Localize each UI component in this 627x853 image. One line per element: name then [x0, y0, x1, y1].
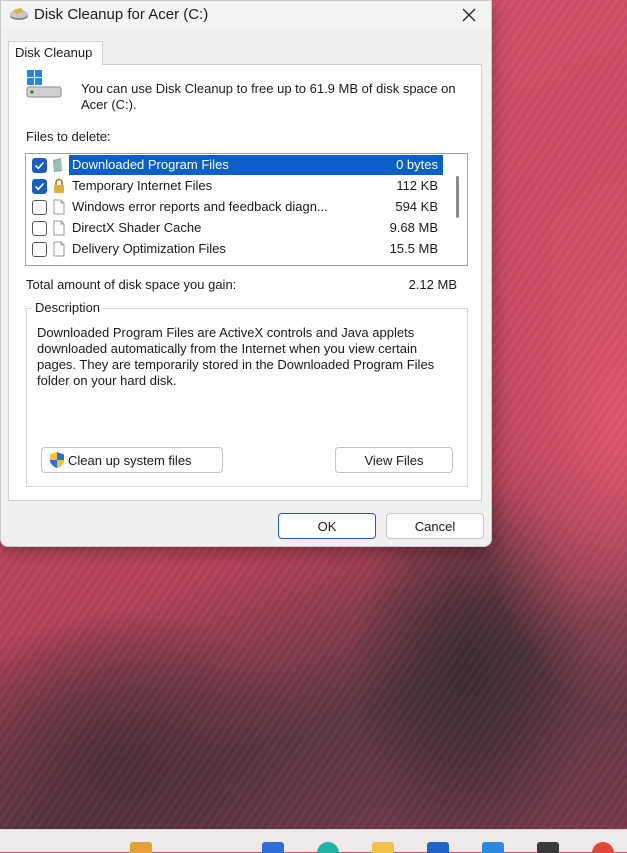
file-icon: [53, 241, 65, 257]
file-size: 15.5 MB: [389, 241, 438, 256]
taskbar: [0, 829, 627, 853]
file-icon: [53, 199, 65, 215]
description-text: Downloaded Program Files are ActiveX con…: [37, 325, 435, 388]
folder-icon[interactable]: [372, 842, 394, 853]
file-name: Temporary Internet Files: [72, 178, 213, 193]
clean-up-system-files-label: Clean up system files: [68, 452, 192, 468]
files-list[interactable]: Downloaded Program Files 0 bytes Tempora…: [25, 153, 468, 266]
hard-drive-icon: [26, 70, 62, 98]
ok-button[interactable]: OK: [278, 513, 376, 539]
checkbox[interactable]: [32, 179, 47, 194]
checkbox[interactable]: [32, 158, 47, 173]
list-item[interactable]: Delivery Optimization Files 15.5 MB: [26, 239, 446, 259]
checkmark-icon: [34, 161, 45, 170]
description-legend: Description: [32, 300, 104, 315]
taskbar-app-icon[interactable]: [592, 842, 614, 853]
file-name: Delivery Optimization Files: [72, 241, 226, 256]
file-size: 112 KB: [396, 178, 438, 193]
disk-cleanup-dialog: Disk Cleanup for Acer (C:) Disk Cleanup …: [0, 0, 492, 547]
taskbar-app-icon[interactable]: [130, 842, 152, 853]
description-group: Description Downloaded Program Files are…: [26, 300, 468, 487]
taskbar-app-icon[interactable]: [482, 842, 504, 853]
list-item[interactable]: DirectX Shader Cache 9.68 MB: [26, 218, 446, 238]
taskbar-app-icon[interactable]: [317, 842, 339, 853]
checkbox[interactable]: [32, 200, 47, 215]
folder-icon: [53, 158, 62, 172]
file-size: 9.68 MB: [389, 220, 438, 235]
file-name: Downloaded Program Files: [72, 157, 229, 172]
uac-shield-icon: [50, 452, 64, 468]
file-name: DirectX Shader Cache: [72, 220, 202, 235]
list-item[interactable]: Temporary Internet Files 112 KB: [26, 176, 446, 196]
total-gain-label: Total amount of disk space you gain:: [26, 277, 237, 292]
total-gain-value: 2.12 MB: [408, 277, 457, 292]
lock-icon: [54, 178, 64, 193]
clean-up-system-files-button[interactable]: Clean up system files: [41, 447, 223, 473]
close-button[interactable]: [447, 1, 491, 29]
intro-text: You can use Disk Cleanup to free up to 6…: [81, 81, 456, 112]
list-item[interactable]: Downloaded Program Files 0 bytes: [26, 155, 446, 175]
close-icon: [462, 8, 476, 22]
title-bar[interactable]: Disk Cleanup for Acer (C:): [1, 1, 491, 29]
checkbox[interactable]: [32, 221, 47, 236]
checkmark-icon: [34, 182, 45, 191]
file-icon: [53, 220, 65, 236]
cancel-button[interactable]: Cancel: [386, 513, 484, 539]
checkbox[interactable]: [32, 242, 47, 257]
taskbar-app-icon[interactable]: [537, 842, 559, 853]
disk-cleanup-app-icon: [10, 8, 28, 20]
disk-cleanup-panel: You can use Disk Cleanup to free up to 6…: [8, 64, 482, 501]
file-size: 0 bytes: [396, 157, 438, 172]
list-item[interactable]: Windows error reports and feedback diagn…: [26, 197, 446, 217]
window-title: Disk Cleanup for Acer (C:): [34, 6, 209, 23]
taskbar-app-icon[interactable]: [262, 842, 284, 853]
file-size: 594 KB: [395, 199, 438, 214]
view-files-button[interactable]: View Files: [335, 447, 453, 473]
taskbar-app-icon[interactable]: [427, 842, 449, 853]
list-scrollbar[interactable]: [456, 176, 459, 218]
tab-disk-cleanup[interactable]: Disk Cleanup: [8, 41, 103, 65]
files-to-delete-label: Files to delete:: [26, 129, 111, 144]
file-name: Windows error reports and feedback diagn…: [72, 199, 328, 214]
